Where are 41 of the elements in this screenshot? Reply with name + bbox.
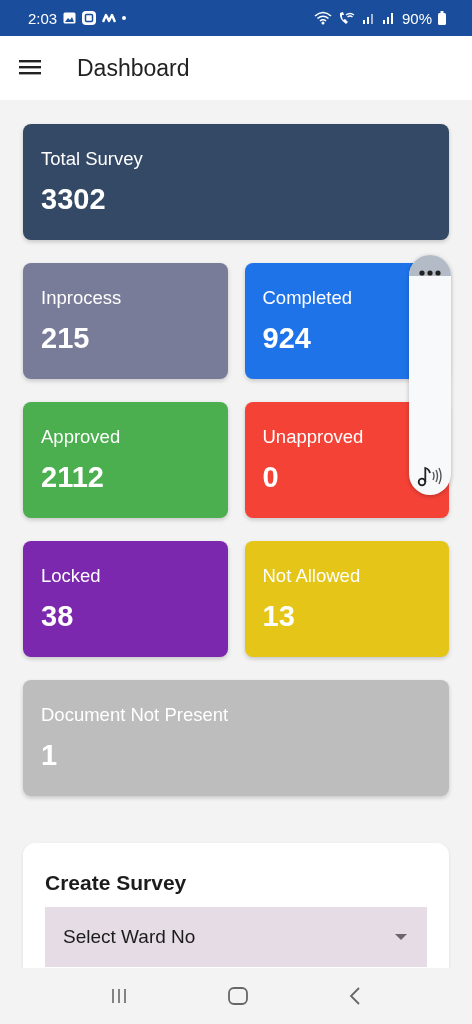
floating-widget-menu[interactable] (409, 255, 451, 495)
m-logo-icon (102, 13, 117, 23)
stat-label: Locked (41, 565, 101, 587)
battery-icon (438, 11, 446, 25)
image-icon (63, 12, 77, 24)
stat-value: 0 (262, 461, 279, 494)
stat-value: 3302 (41, 183, 106, 216)
stat-card[interactable]: Locked 38 (23, 541, 228, 657)
ward-select[interactable]: Select Ward No (45, 907, 427, 967)
status-time: 2:03 (28, 9, 58, 27)
stat-label: Document Not Present (41, 704, 229, 726)
back-icon[interactable] (349, 987, 362, 1005)
battery-percent: 90% (401, 9, 432, 27)
wifi-calling-icon (337, 11, 356, 25)
signal-icon (381, 12, 396, 24)
signal-icon (361, 12, 376, 24)
page-title: Dashboard (77, 54, 190, 82)
notification-dot-icon (122, 16, 127, 20)
music-sound-icon[interactable] (417, 465, 443, 487)
app-icon (82, 11, 97, 25)
recent-apps-icon[interactable] (110, 988, 127, 1004)
stat-value: 38 (41, 600, 74, 633)
stat-value: 215 (41, 322, 90, 355)
stat-label: Approved (41, 426, 121, 448)
stat-card[interactable]: Total Survey 3302 (23, 124, 449, 240)
dropdown-caret-icon (395, 934, 407, 940)
home-icon[interactable] (228, 987, 248, 1005)
stat-label: Not Allowed (262, 565, 361, 587)
stat-label: Unapproved (262, 426, 364, 448)
section-title: Create Survey (45, 871, 188, 895)
stat-label: Inprocess (41, 287, 122, 309)
stat-card[interactable]: Inprocess 215 (23, 263, 228, 379)
stat-value: 2112 (41, 461, 104, 494)
stat-label: Total Survey (41, 148, 143, 170)
wifi-icon (313, 11, 332, 25)
stat-label: Completed (262, 287, 352, 309)
stat-card[interactable]: Approved 2112 (23, 402, 228, 518)
more-icon[interactable] (419, 270, 441, 276)
stat-value: 13 (262, 600, 295, 633)
stat-value: 924 (262, 322, 311, 355)
stat-value: 1 (41, 739, 58, 772)
